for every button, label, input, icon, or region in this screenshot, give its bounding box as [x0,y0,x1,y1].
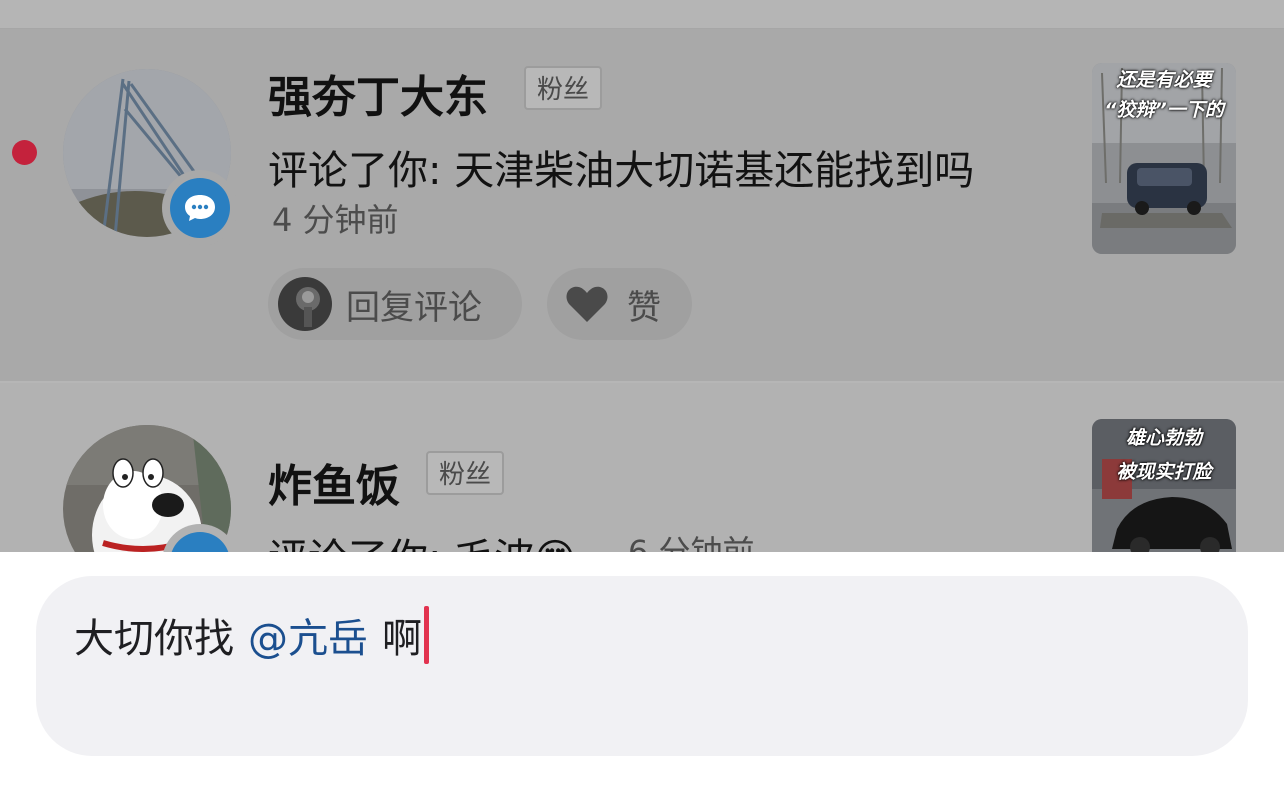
user-name[interactable]: 强夯丁大东 [268,61,488,125]
post-thumbnail[interactable]: 雄心勃勃 被现实打脸 [1092,419,1236,552]
timestamp: 6 分钟前 [628,533,755,552]
input-text-before: 大切你找 [74,616,234,662]
thumbnail-caption-line2: 被现实打脸 [1116,461,1212,483]
previous-notification-edge [0,0,1284,29]
post-thumbnail[interactable]: 还是有必要 “狡辩”一下的 [1092,63,1236,254]
fan-tag: 粉丝 [426,451,505,495]
text-caret [424,606,429,664]
comment-badge [162,170,238,246]
notification-list: 强夯丁大东 粉丝 评论了你: 天津柴油大切诺基还能找到吗 4 分钟前 回复评论 … [0,0,1284,552]
chat-bubble-icon [185,195,215,221]
notification-item[interactable]: 强夯丁大东 粉丝 评论了你: 天津柴油大切诺基还能找到吗 4 分钟前 回复评论 … [0,29,1284,383]
heart-icon [566,286,608,322]
my-avatar [278,277,332,331]
reply-comment-button[interactable]: 回复评论 [268,268,522,340]
like-label: 赞 [627,287,661,328]
reply-input[interactable]: 大切你找 @亢岳 啊 [36,576,1248,756]
mention-chip[interactable]: @亢岳 [248,606,368,664]
like-button[interactable]: 赞 [547,268,692,340]
reply-input-text[interactable]: 大切你找 @亢岳 啊 [74,606,429,664]
emoji: 😍 [534,536,576,552]
thumbnail-caption-line1: 雄心勃勃 [1125,427,1202,449]
notification-item[interactable]: 炸鱼饭 粉丝 评论了你: 毛波😍 6 分钟前 雄心勃勃 被现实打脸 [0,383,1284,552]
thumbnail-caption-line1: 还是有必要 [1116,69,1212,91]
unread-dot [12,140,37,165]
timestamp: 4 分钟前 [272,201,399,239]
comment-text: 评论了你: 天津柴油大切诺基还能找到吗 [268,148,975,194]
input-text-after: 啊 [382,616,422,662]
comment-text: 评论了你: 毛波😍 [268,526,576,552]
thumbnail-caption-line2: “狡辩”一下的 [1104,99,1224,121]
user-name[interactable]: 炸鱼饭 [268,450,400,514]
fan-tag: 粉丝 [524,66,603,110]
reply-comment-label: 回复评论 [346,287,482,328]
